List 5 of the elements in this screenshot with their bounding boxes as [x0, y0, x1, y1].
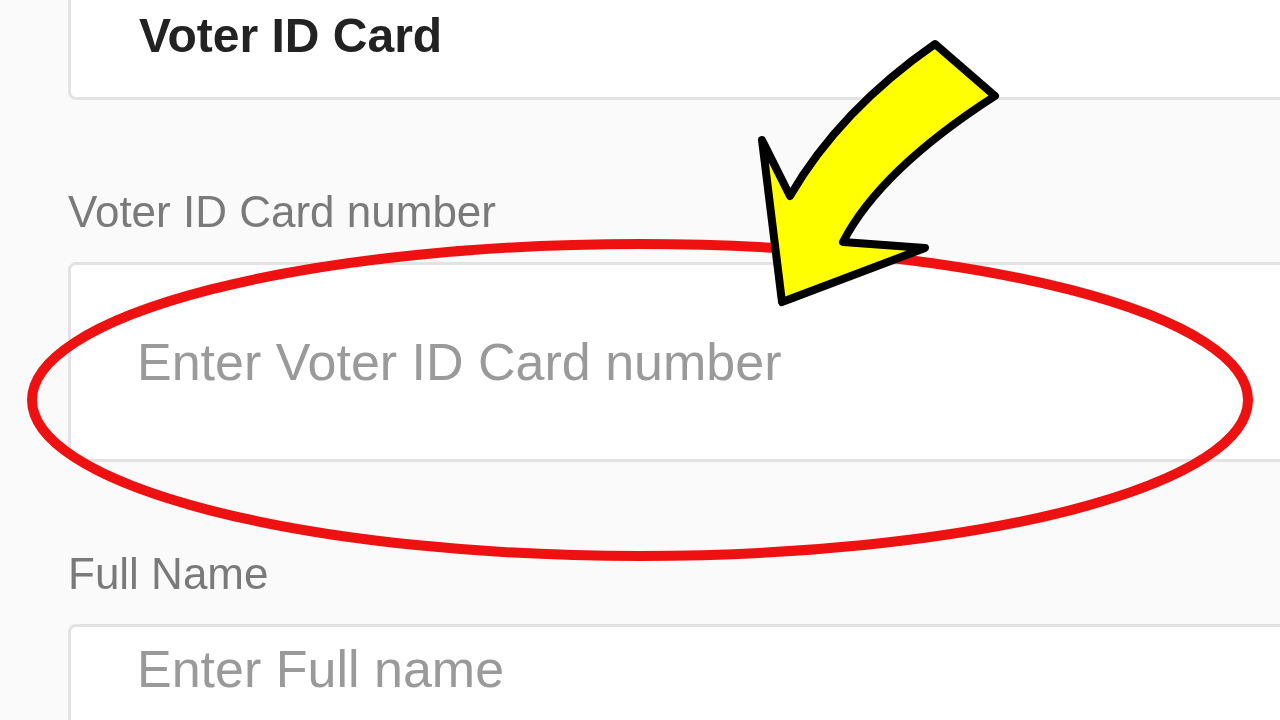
field-label: Full Name — [68, 548, 270, 600]
field-label: Voter ID Card number — [68, 186, 497, 238]
input-field[interactable]: Enter Full name — [68, 624, 1280, 720]
input-field[interactable]: Enter Voter ID Card number — [68, 262, 1280, 462]
select-field[interactable]: Voter ID Card — [68, 0, 1280, 100]
